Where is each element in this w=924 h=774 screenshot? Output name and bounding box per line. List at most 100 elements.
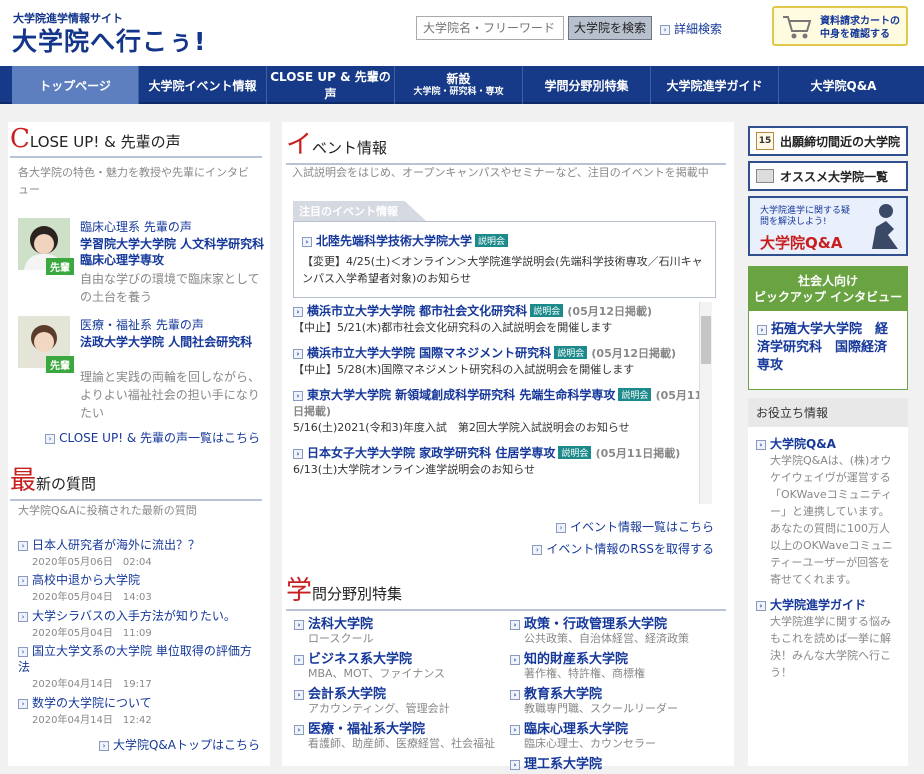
- field-title: 会計系大学院: [308, 687, 387, 702]
- nav-qa[interactable]: 大学院Q&A: [778, 66, 908, 104]
- help-item-title[interactable]: › 大学院Q&A: [756, 435, 900, 452]
- question-title: 数学の大学院について: [32, 696, 152, 710]
- question-date: 2020年05月04日 14:03: [32, 592, 152, 603]
- field-item[interactable]: › 知的財産系大学院 著作権、特許権、商標権: [510, 648, 720, 681]
- setsumei-badge: 説明会: [554, 346, 588, 359]
- title-initial: イ: [286, 130, 313, 160]
- setsumei-badge: 説明会: [618, 388, 652, 401]
- question-item[interactable]: › 高校中退から大学院 2020年05月04日 14:03: [18, 572, 262, 603]
- title-rest: LOSE UP! & 先輩の声: [29, 133, 181, 151]
- question-item[interactable]: › 大学シラバスの入手方法が知りたい。 2020年05月04日 11:09: [18, 608, 262, 639]
- voice-category: 医療・福祉系 先輩の声: [80, 318, 204, 332]
- voice-item[interactable]: 先輩 臨床心理系 先輩の声 学習院大学大学院 人文科学研究科 臨床心理学専攻 自…: [18, 218, 276, 308]
- closeup-desc: 各大学院の特色・魅力を教授や先輩にインタビュー: [18, 166, 249, 196]
- cart-button[interactable]: 資料請求カートの 中身を確認する: [772, 6, 908, 46]
- search-input[interactable]: [416, 16, 564, 40]
- question-date: 2020年04月14日 12:42: [32, 715, 152, 726]
- nav-top[interactable]: トップページ: [12, 66, 138, 104]
- field-item[interactable]: › 教育系大学院 教職専門職、スクールリーダー: [510, 683, 720, 716]
- arrow-icon: ›: [18, 647, 28, 657]
- recommend-button[interactable]: オススメ大学院一覧: [748, 161, 908, 191]
- field-title: 臨床心理系大学院: [524, 722, 629, 737]
- questions-desc: 大学院Q&Aに投稿された最新の質問: [18, 504, 197, 517]
- nav-new[interactable]: 新設 大学院・研究科・専攻: [394, 66, 522, 104]
- deadline-button[interactable]: 15 出願締切間近の大学院: [748, 126, 908, 156]
- nav-sublabel: 大学院・研究科・専攻: [413, 87, 504, 97]
- setsumei-badge: 説明会: [558, 446, 592, 459]
- arrow-icon: ›: [293, 391, 303, 401]
- featured-event-title[interactable]: › 北陸先端科学技術大学院大学 説明会: [302, 232, 707, 249]
- voice-title[interactable]: 学習院大学大学院 人文科学研究科 臨床心理学専攻: [80, 236, 276, 268]
- fields-left-column: › 法科大学院 ロースクール › ビジネス系大学院 MBA、MOT、ファイナンス › 会計…: [294, 613, 504, 753]
- question-item[interactable]: › 日本人研究者が海外に流出？？ 2020年05月06日 02:04: [18, 537, 262, 568]
- voice-title[interactable]: 法政大学大学院 人間社会研究科: [80, 334, 270, 350]
- question-item[interactable]: › 数学の大学院について 2020年04月14日 12:42: [18, 695, 262, 726]
- arrow-icon: ›: [510, 655, 520, 665]
- cart-label-2: 中身を確認する: [820, 29, 890, 40]
- event-item[interactable]: › 横浜市立大学大学院 都市社会文化研究科 説明会 (05月12日掲載) 【中止】5/…: [293, 302, 711, 336]
- field-sub: 教職専門職、スクールリーダー: [524, 702, 678, 715]
- event-item[interactable]: › 横浜市立大学大学院 国際マネジメント研究科 説明会 (05月12日掲載) 【中止】…: [293, 344, 711, 378]
- events-rss-link[interactable]: › イベント情報のRSSを取得する: [450, 540, 714, 557]
- event-title: 東京大学大学院 新領域創成科学研究科 先端生命科学専攻: [307, 388, 616, 402]
- fields-title: 学問分野別特集: [286, 570, 726, 611]
- qa-banner-big: 大学院Q&A: [760, 234, 843, 252]
- scroll-thumb[interactable]: [701, 316, 711, 364]
- site-logo[interactable]: 大学院へ行こぅ!: [12, 22, 206, 58]
- nav-closeup[interactable]: CLOSE UP & 先輩の声: [266, 66, 394, 104]
- question-item[interactable]: › 国立大学文系の大学院 単位取得の評価方法 2020年04月14日 19:17: [18, 643, 262, 690]
- field-sub: ロースクール: [308, 632, 374, 645]
- help-item-title[interactable]: › 大学院進学ガイド: [756, 596, 900, 613]
- questions-more-link[interactable]: › 大学院Q&Aトップはこちら: [18, 736, 260, 753]
- senpai-badge: 先輩: [46, 356, 74, 373]
- field-sub: 臨床心理士、カウンセラー: [524, 737, 656, 750]
- nav-fields[interactable]: 学問分野別特集: [522, 66, 650, 104]
- field-item[interactable]: › 会計系大学院 アカウンティング、管理会計: [294, 683, 504, 716]
- arrow-icon: ›: [660, 25, 670, 35]
- event-item[interactable]: › 日本女子大学大学院 家政学研究科 住居学専攻 説明会 (05月11日掲載) 6/1…: [293, 444, 711, 478]
- qa-banner[interactable]: 大学院進学に関する疑問を解決しよう! 大学院Q&A: [748, 196, 908, 256]
- event-list-scrollbar[interactable]: [699, 302, 712, 504]
- title-rest: ベント情報: [312, 139, 388, 157]
- voice-desc: 自由な学びの環境で臨床家としての土台を養う: [80, 272, 260, 304]
- featured-event: 注目のイベント情報 › 北陸先端科学技術大学院大学 説明会 【変更】4/25(土)＜…: [293, 201, 716, 298]
- arrow-icon: ›: [293, 449, 303, 459]
- field-item[interactable]: › ビジネス系大学院 MBA、MOT、ファイナンス: [294, 648, 504, 681]
- search-button[interactable]: 大学院を検索: [568, 16, 652, 40]
- voice-item[interactable]: 先輩 医療・福祉系 先輩の声 法政大学大学院 人間社会研究科 理論と実践の両輪を…: [18, 316, 270, 420]
- field-sub: アカウンティング、管理会計: [308, 702, 450, 715]
- field-item[interactable]: › 臨床心理系大学院 臨床心理士、カウンセラー: [510, 718, 720, 751]
- field-title: 理工系大学院: [524, 757, 603, 772]
- event-text: 【中止】5/28(木)国際マネジメント研究科の入試説明会を開催します: [293, 363, 635, 376]
- nav-guide[interactable]: 大学院進学ガイド: [650, 66, 778, 104]
- senpai-badge: 先輩: [46, 258, 74, 275]
- calendar-icon: 15: [756, 132, 774, 150]
- cart-label-1: 資料請求カートの: [820, 16, 900, 27]
- interview-link[interactable]: › 拓殖大学大学院 経済学研究科 国際経済専攻: [749, 311, 907, 375]
- field-title: 知的財産系大学院: [524, 652, 629, 667]
- arrow-icon: ›: [18, 699, 28, 709]
- field-item[interactable]: › 法科大学院 ロースクール: [294, 613, 504, 646]
- event-list[interactable]: › 横浜市立大学大学院 都市社会文化研究科 説明会 (05月12日掲載) 【中止】5/…: [293, 302, 711, 504]
- voice-desc: 理論と実践の両輪を回しながら、よりよい福祉社会の担い手になりたい: [80, 370, 261, 420]
- event-title: 日本女子大学大学院 家政学研究科 住居学専攻: [307, 446, 556, 460]
- events-more-link[interactable]: › イベント情報一覧はこちら: [450, 518, 714, 535]
- field-title: 医療・福祉系大学院: [308, 722, 426, 737]
- closeup-more-link[interactable]: › CLOSE UP! & 先輩の声一覧はこちら: [18, 429, 260, 446]
- arrow-icon: ›: [18, 612, 28, 622]
- arrow-icon: ›: [294, 725, 304, 735]
- field-sub: MBA、MOT、ファイナンス: [308, 667, 445, 680]
- event-date: (05月11日掲載): [595, 447, 681, 460]
- field-item[interactable]: › 政策・行政管理系大学院 公共政策、自治体経営、経済政策: [510, 613, 720, 646]
- featured-event-name: 北陸先端科学技術大学院大学: [316, 234, 473, 248]
- field-title: 教育系大学院: [524, 687, 603, 702]
- question-date: 2020年05月06日 02:04: [32, 557, 152, 568]
- nav-label: CLOSE UP & 先輩の声: [270, 70, 391, 101]
- field-item[interactable]: › 医療・福祉系大学院 看護師、助産師、医療経営、社会福祉: [294, 718, 504, 751]
- arrow-icon: ›: [18, 541, 28, 551]
- advanced-search-link[interactable]: › 詳細検索: [660, 20, 722, 37]
- nav-label: 大学院Q&A: [810, 78, 877, 93]
- event-item[interactable]: › 東京大学大学院 新領域創成科学研究科 先端生命科学専攻 説明会 (05月11日掲…: [293, 386, 711, 436]
- field-item[interactable]: › 理工系大学院: [510, 753, 720, 772]
- nav-events[interactable]: 大学院イベント情報: [138, 66, 266, 104]
